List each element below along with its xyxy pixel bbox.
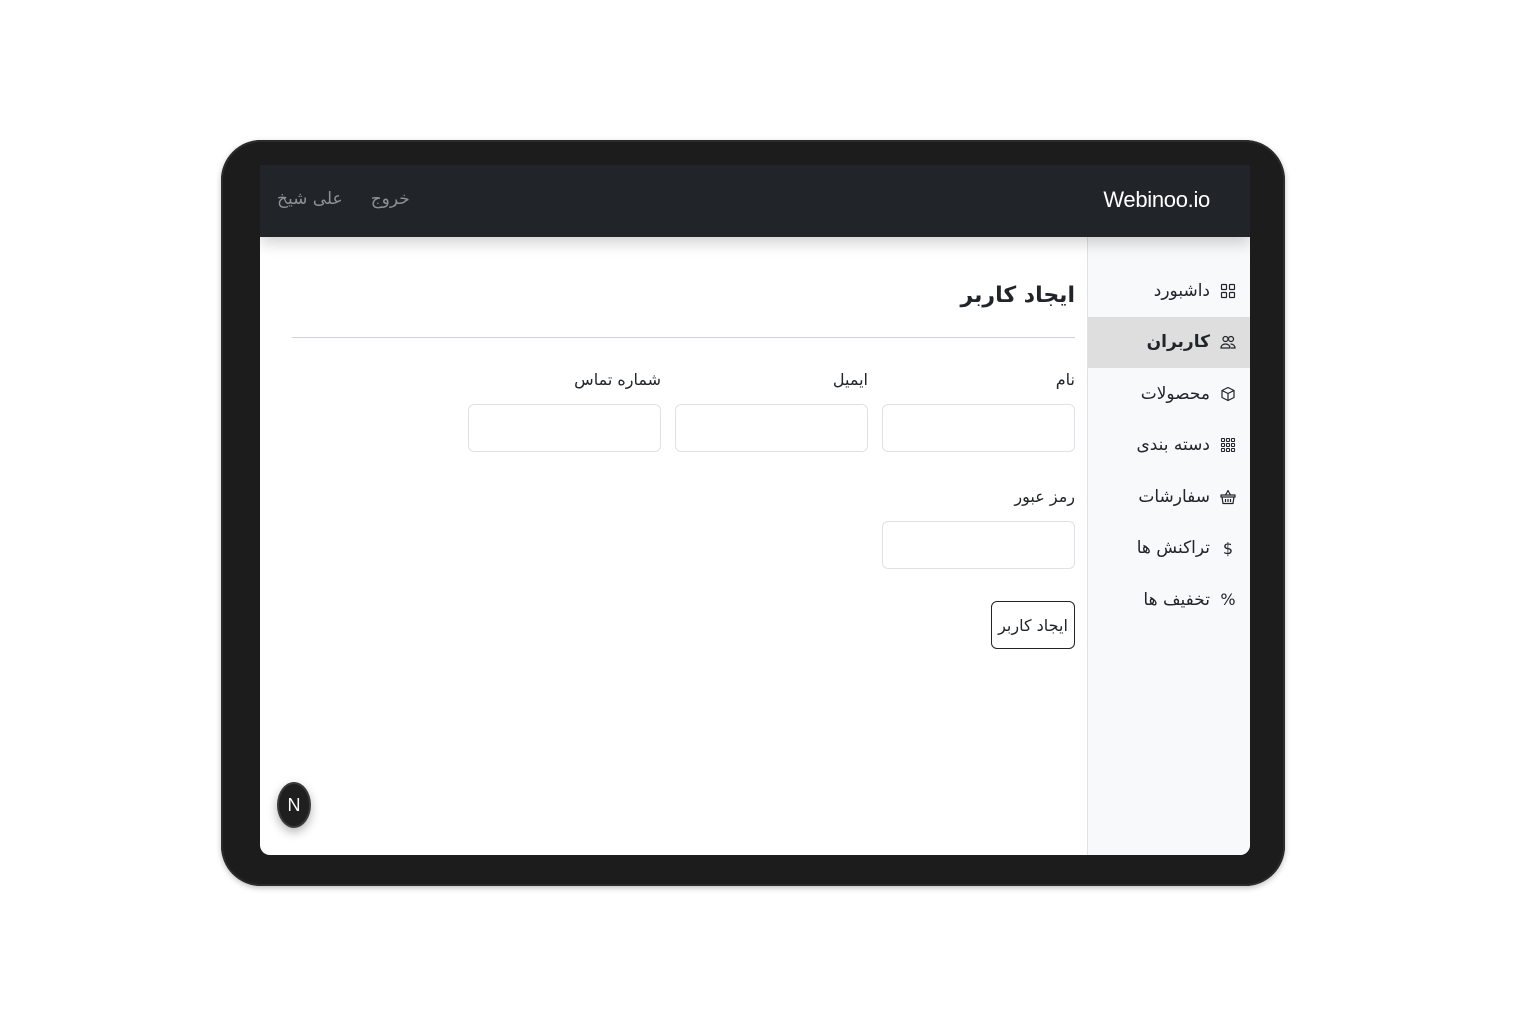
sidebar-item-products[interactable]: محصولات	[1088, 368, 1250, 420]
brand-logo[interactable]: Webinoo.io	[1103, 187, 1210, 213]
sidebar-item-dashboard[interactable]: داشبورد	[1088, 265, 1250, 317]
nextjs-devtools-button[interactable]: N	[277, 782, 311, 828]
sidebar-item-label: تخفیف ها	[1143, 589, 1210, 610]
phone-label: شماره تماس	[574, 370, 661, 389]
basket-icon	[1220, 489, 1236, 505]
app-screen: Webinoo.io علی شیخ خروج داشبورد کاربران …	[260, 165, 1250, 855]
logout-link[interactable]: خروج	[371, 189, 410, 209]
sidebar-item-categories[interactable]: دسته بندی	[1088, 420, 1250, 472]
sidebar-item-label: تراکنش ها	[1136, 538, 1210, 559]
phone-field-group: شماره تماس	[468, 370, 661, 452]
grid-3x3-icon	[1220, 437, 1236, 453]
sidebar-item-label: محصولات	[1140, 383, 1210, 404]
sidebar-item-users[interactable]: کاربران	[1088, 316, 1250, 368]
box-icon	[1220, 386, 1236, 402]
sidebar-item-discounts[interactable]: % تخفیف ها	[1088, 574, 1250, 626]
sidebar-item-orders[interactable]: سفارشات	[1088, 471, 1250, 523]
people-icon	[1220, 334, 1236, 350]
phone-input[interactable]	[468, 404, 661, 452]
sidebar-item-label: کاربران	[1146, 332, 1210, 353]
title-divider	[292, 337, 1075, 338]
sidebar: داشبورد کاربران محصولات دسته بندی سفارشا…	[1087, 237, 1250, 855]
sidebar-item-label: سفارشات	[1138, 486, 1210, 507]
password-field-group: رمز عبور	[882, 487, 1075, 569]
email-input[interactable]	[675, 404, 868, 452]
name-input[interactable]	[882, 404, 1075, 452]
password-label: رمز عبور	[1014, 487, 1075, 506]
main-content: ایجاد کاربر نام ایمیل شماره تماس رمز عبو…	[292, 237, 1075, 855]
sidebar-item-label: داشبورد	[1153, 280, 1210, 301]
email-field-group: ایمیل	[675, 370, 868, 452]
page-title: ایجاد کاربر	[960, 283, 1075, 308]
create-user-button[interactable]: ایجاد کاربر	[991, 601, 1075, 649]
name-field-group: نام	[882, 370, 1075, 452]
password-input[interactable]	[882, 521, 1075, 569]
user-name-link[interactable]: علی شیخ	[277, 189, 343, 209]
email-label: ایمیل	[832, 370, 868, 389]
sidebar-item-label: دسته بندی	[1136, 435, 1210, 456]
name-label: نام	[1055, 370, 1075, 389]
top-navbar: Webinoo.io علی شیخ خروج	[260, 165, 1250, 237]
percent-icon: %	[1220, 590, 1236, 610]
dollar-icon: $	[1222, 538, 1234, 558]
user-links: علی شیخ خروج	[277, 189, 410, 209]
grid-icon	[1220, 283, 1236, 299]
sidebar-item-transactions[interactable]: $ تراکنش ها	[1088, 523, 1250, 575]
